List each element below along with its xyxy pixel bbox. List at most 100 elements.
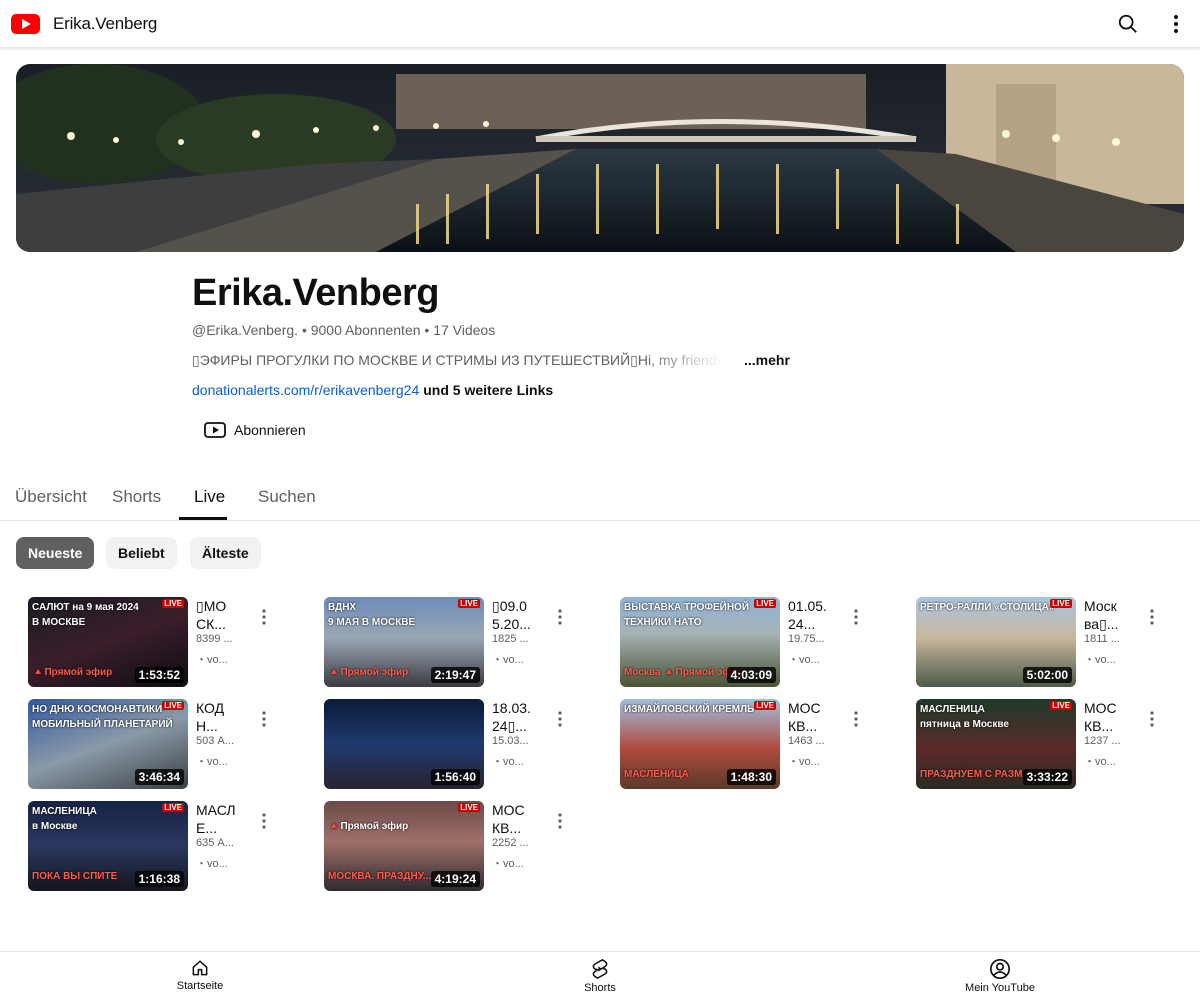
video-duration: 5:02:00 xyxy=(1022,667,1072,683)
thumbnail-caption-top: МАСЛЕНИЦА xyxy=(32,806,97,817)
subscriber-count: 9000 Abonnenten xyxy=(310,322,421,338)
video-title[interactable]: ▯09.05.20... xyxy=(492,597,532,633)
video-thumbnail[interactable]: 1:56:40 xyxy=(324,699,484,789)
nav-you-label: Mein YouTube xyxy=(965,982,1035,994)
video-thumbnail[interactable]: 🔺Прямой эфир МОСКВА. ПРАЗДНУ... LIVE 4:1… xyxy=(324,801,484,891)
live-badge: LIVE xyxy=(162,701,184,710)
video-card[interactable]: САЛЮТ на 9 мая 2024 В МОСКВЕ 🔺Прямой эфи… xyxy=(28,597,308,689)
video-age: ・vo... xyxy=(492,858,524,870)
tab-overview[interactable]: Übersicht xyxy=(15,487,87,507)
video-views: 19.75... xyxy=(788,633,825,645)
subscribe-label: Abonnieren xyxy=(234,422,306,438)
video-title[interactable]: Москва▯... xyxy=(1084,597,1124,633)
thumbnail-caption-top: ВЫСТАВКА ТРОФЕЙНОЙ xyxy=(624,602,750,613)
thumbnail-caption-mid: МОБИЛЬНЫЙ ПЛАНЕТАРИЙ xyxy=(32,719,173,730)
subscription-icon xyxy=(204,422,226,438)
video-thumbnail[interactable]: МАСЛЕНИЦА в Москве ПОКА ВЫ СПИТЕ LIVE 1:… xyxy=(28,801,188,891)
video-thumbnail[interactable]: МАСЛЕНИЦА пятница в Москве ПРАЗДНУЕМ С Р… xyxy=(916,699,1076,789)
thumbnail-caption-bottom: МАСЛЕНИЦА xyxy=(624,769,689,780)
channel-links: donationalerts.com/r/erikavenberg24 und 5… xyxy=(192,382,553,398)
youtube-logo-icon[interactable] xyxy=(11,14,40,34)
video-duration: 2:19:47 xyxy=(430,667,480,683)
chip-newest[interactable]: Neueste xyxy=(16,537,95,569)
video-card[interactable]: НО ДНЮ КОСМОНАВТИКИ МОБИЛЬНЫЙ ПЛАНЕТАРИЙ… xyxy=(28,699,308,791)
thumbnail-caption-mid: пятница в Москве xyxy=(920,719,1009,730)
video-views: 1463 ... xyxy=(788,735,825,747)
more-vert-icon[interactable] xyxy=(1164,12,1188,36)
video-title[interactable]: 18.03.24▯... xyxy=(492,699,532,735)
chip-oldest[interactable]: Älteste xyxy=(190,537,261,569)
video-thumbnail[interactable]: ИЗМАЙЛОВСКИЙ КРЕМЛЬ МАСЛЕНИЦА LIVE 1:48:… xyxy=(620,699,780,789)
subscribe-button[interactable]: Abonnieren xyxy=(192,414,318,446)
video-menu-icon[interactable] xyxy=(1144,605,1160,629)
video-age: ・vo... xyxy=(492,654,524,666)
video-menu-icon[interactable] xyxy=(256,809,272,833)
video-card[interactable]: ИЗМАЙЛОВСКИЙ КРЕМЛЬ МАСЛЕНИЦА LIVE 1:48:… xyxy=(620,699,900,791)
video-menu-icon[interactable] xyxy=(848,707,864,731)
channel-handle: @Erika.Venberg. xyxy=(192,322,299,338)
video-card[interactable]: МАСЛЕНИЦА пятница в Москве ПРАЗДНУЕМ С Р… xyxy=(916,699,1196,791)
description-more-link[interactable]: ...mehr xyxy=(744,352,790,368)
video-age: ・vo... xyxy=(492,756,524,768)
video-thumbnail[interactable]: ВЫСТАВКА ТРОФЕЙНОЙ ТЕХНИКИ НАТО Москва 🔺… xyxy=(620,597,780,687)
video-thumbnail[interactable]: РЕТРО-РАЛЛИ «СТОЛИЦА» LIVE 5:02:00 xyxy=(916,597,1076,687)
video-title[interactable]: КОДН... xyxy=(196,699,236,735)
thumbnail-caption-bottom: 🔺Прямой эфир xyxy=(32,667,113,678)
video-card[interactable]: 1:56:40 18.03.24▯... 15.03... ・vo... xyxy=(324,699,604,791)
video-menu-icon[interactable] xyxy=(1144,707,1160,731)
tab-shorts[interactable]: Shorts xyxy=(112,487,161,507)
video-views: 1237 ... xyxy=(1084,735,1121,747)
video-thumbnail[interactable]: НО ДНЮ КОСМОНАВТИКИ МОБИЛЬНЫЙ ПЛАНЕТАРИЙ… xyxy=(28,699,188,789)
thumbnail-caption-bottom: Москва 🔺Прямой эфир xyxy=(624,667,744,678)
video-card[interactable]: 🔺Прямой эфир МОСКВА. ПРАЗДНУ... LIVE 4:1… xyxy=(324,801,604,893)
video-thumbnail[interactable]: САЛЮТ на 9 мая 2024 В МОСКВЕ 🔺Прямой эфи… xyxy=(28,597,188,687)
live-badge: LIVE xyxy=(1050,599,1072,608)
video-duration: 1:48:30 xyxy=(726,769,776,785)
more-links[interactable]: und 5 weitere Links xyxy=(423,382,553,398)
video-views: 15.03... xyxy=(492,735,529,747)
video-menu-icon[interactable] xyxy=(256,605,272,629)
video-views: 1811 ... xyxy=(1084,633,1120,645)
nav-home-label: Startseite xyxy=(176,980,224,992)
thumbnail-caption-top: МАСЛЕНИЦА xyxy=(920,704,985,715)
video-title[interactable]: 01.05.24... xyxy=(788,597,828,633)
donation-link[interactable]: donationalerts.com/r/erikavenberg24 xyxy=(192,382,419,398)
video-views: 8399 ... xyxy=(196,633,233,645)
video-title[interactable]: МАСЛЕ... xyxy=(196,801,236,837)
video-views: 2252 ... xyxy=(492,837,529,849)
video-menu-icon[interactable] xyxy=(848,605,864,629)
video-card[interactable]: ВЫСТАВКА ТРОФЕЙНОЙ ТЕХНИКИ НАТО Москва 🔺… xyxy=(620,597,900,689)
video-views: 635 А... xyxy=(196,837,234,849)
active-tab-indicator xyxy=(179,517,227,520)
video-views: 1825 ... xyxy=(492,633,529,645)
video-title[interactable]: МОСКВ... xyxy=(1084,699,1124,735)
channel-description[interactable]: ▯ЭФИРЫ ПРОГУЛКИ ПО МОСКВЕ И СТРИМЫ ИЗ ПУ… xyxy=(192,352,723,369)
tab-search[interactable]: Suchen xyxy=(258,487,316,507)
video-title[interactable]: МОСКВ... xyxy=(492,801,532,837)
tab-live[interactable]: Live xyxy=(194,487,225,507)
nav-shorts-label: Shorts xyxy=(584,982,616,994)
video-menu-icon[interactable] xyxy=(552,707,568,731)
video-title[interactable]: МОСКВ... xyxy=(788,699,828,735)
thumbnail-caption-mid: в Москве xyxy=(32,821,78,832)
nav-you[interactable]: Mein YouTube xyxy=(950,958,1050,994)
video-title[interactable]: ▯МОСК... xyxy=(196,597,236,633)
thumbnail-caption-top: РЕТРО-РАЛЛИ «СТОЛИЦА» xyxy=(920,602,1055,613)
video-menu-icon[interactable] xyxy=(552,605,568,629)
nav-shorts[interactable]: Shorts xyxy=(550,958,650,994)
search-icon[interactable] xyxy=(1116,12,1140,36)
chip-popular[interactable]: Beliebt xyxy=(106,537,177,569)
channel-meta: @Erika.Venberg. • 9000 Abonnenten • 17 V… xyxy=(192,322,496,338)
live-badge: LIVE xyxy=(754,599,776,608)
nav-home[interactable]: Startseite xyxy=(150,958,250,992)
video-card[interactable]: РЕТРО-РАЛЛИ «СТОЛИЦА» LIVE 5:02:00 Москв… xyxy=(916,597,1196,689)
video-menu-icon[interactable] xyxy=(552,809,568,833)
thumbnail-caption-top: ВДНХ xyxy=(328,602,357,613)
video-menu-icon[interactable] xyxy=(256,707,272,731)
video-age: ・vo... xyxy=(1084,756,1116,768)
video-duration: 1:53:52 xyxy=(134,667,184,683)
video-card[interactable]: ВДНХ 9 МАЯ В МОСКВЕ 🔺Прямой эфир LIVE 2:… xyxy=(324,597,604,689)
video-thumbnail[interactable]: ВДНХ 9 МАЯ В МОСКВЕ 🔺Прямой эфир LIVE 2:… xyxy=(324,597,484,687)
thumbnail-caption-mid: 9 МАЯ В МОСКВЕ xyxy=(328,617,416,628)
video-card[interactable]: МАСЛЕНИЦА в Москве ПОКА ВЫ СПИТЕ LIVE 1:… xyxy=(28,801,308,893)
